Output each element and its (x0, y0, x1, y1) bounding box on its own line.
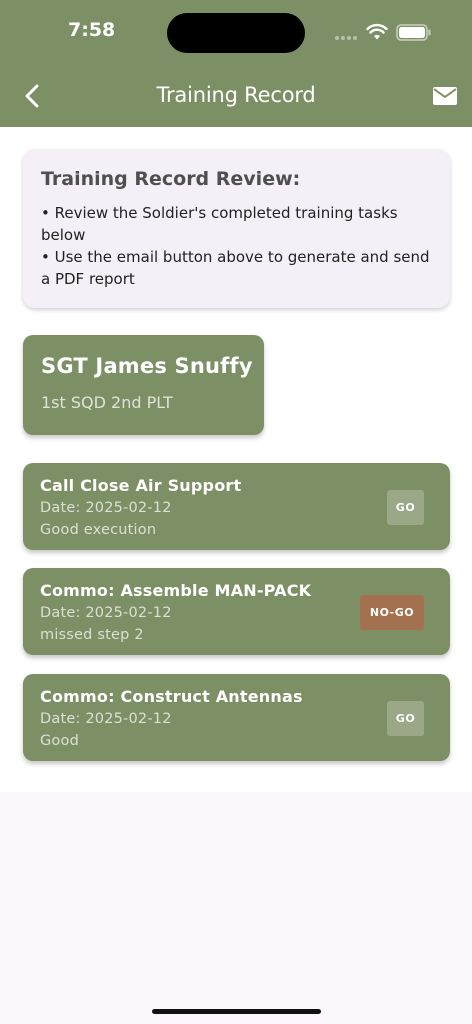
page-title: Training Record (156, 83, 316, 107)
battery-icon (396, 24, 431, 41)
soldier-name: SGT James Snuffy (41, 354, 253, 378)
task-card[interactable]: Commo: Assemble MAN-PACK Date: 2025-02-1… (23, 568, 450, 655)
cellular-signal-icon (335, 36, 359, 40)
soldier-unit: 1st SQD 2nd PLT (41, 393, 173, 412)
go-status-badge: GO (387, 490, 424, 525)
email-button[interactable] (430, 83, 460, 109)
nogo-status-badge: NO-GO (360, 595, 424, 630)
review-info-line: • Use the email button above to generate… (41, 248, 430, 288)
review-info-card: Training Record Review: • Review the Sol… (23, 149, 450, 308)
main-content: Training Record Review: • Review the Sol… (0, 127, 472, 792)
app-header: 7:58 Training Record (0, 0, 472, 127)
go-status-badge: GO (387, 701, 424, 736)
review-info-line: • Review the Soldier's completed trainin… (41, 204, 398, 244)
home-indicator (152, 1009, 321, 1014)
dynamic-island (167, 13, 305, 53)
wifi-icon (366, 23, 388, 40)
task-card[interactable]: Call Close Air Support Date: 2025-02-12 … (23, 463, 450, 550)
soldier-card: SGT James Snuffy 1st SQD 2nd PLT (23, 335, 264, 435)
review-info-title: Training Record Review: (41, 168, 301, 190)
status-time: 7:58 (68, 19, 116, 41)
task-card[interactable]: Commo: Construct Antennas Date: 2025-02-… (23, 674, 450, 761)
